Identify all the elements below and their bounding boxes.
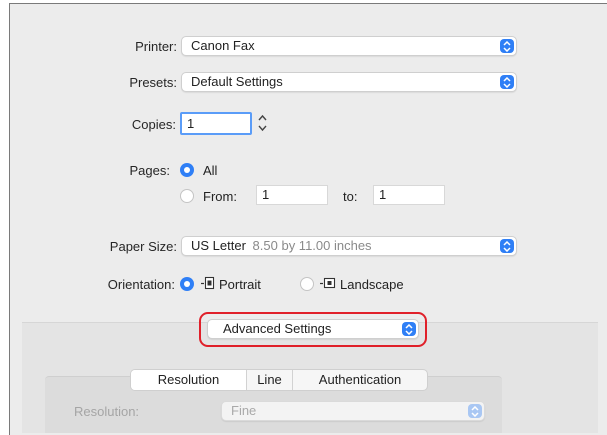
- pages-from-value: 1: [262, 187, 270, 202]
- presets-popup[interactable]: Default Settings: [181, 72, 517, 92]
- presets-value: Default Settings: [191, 74, 283, 89]
- orientation-portrait-radio[interactable]: [180, 277, 194, 291]
- up-down-arrows-icon: [500, 239, 514, 253]
- orientation-landscape-radio[interactable]: [300, 277, 314, 291]
- presets-label: Presets:: [129, 75, 177, 90]
- pages-to-value: 1: [379, 187, 387, 202]
- paper-size-value: US Letter: [191, 238, 246, 253]
- paper-size-label: Paper Size:: [109, 239, 177, 254]
- printer-popup[interactable]: Canon Fax: [181, 36, 517, 56]
- pages-to-input[interactable]: 1: [373, 185, 445, 205]
- pages-label: Pages:: [129, 163, 170, 178]
- portrait-label: Portrait: [219, 277, 261, 292]
- resolution-value: Fine: [231, 403, 257, 418]
- section-popup-value: Advanced Settings: [223, 321, 332, 336]
- portrait-icon: [201, 276, 215, 290]
- stepper-arrows-icon: [258, 114, 267, 132]
- up-down-arrows-icon: [500, 75, 514, 89]
- copies-input[interactable]: 1: [180, 112, 252, 135]
- landscape-icon: [320, 277, 336, 289]
- landscape-label: Landscape: [340, 277, 404, 292]
- pages-all-radio[interactable]: [180, 163, 194, 177]
- resolution-label: Resolution:: [74, 404, 140, 419]
- tab-bar: Resolution Line Authentication: [130, 369, 428, 391]
- pages-from-label: From:: [203, 189, 237, 204]
- paper-size-detail: 8.50 by 11.00 inches: [252, 238, 372, 253]
- pages-from-radio[interactable]: [180, 189, 194, 203]
- resolution-popup[interactable]: Fine: [221, 401, 485, 421]
- pages-all-label: All: [203, 163, 218, 178]
- section-popup[interactable]: Advanced Settings: [207, 319, 419, 339]
- tab-line[interactable]: Line: [247, 370, 293, 390]
- up-down-arrows-icon: [468, 404, 482, 418]
- paper-size-popup[interactable]: US Letter 8.50 by 11.00 inches: [181, 236, 517, 256]
- tab-resolution[interactable]: Resolution: [131, 370, 247, 390]
- tab-authentication[interactable]: Authentication: [293, 370, 427, 390]
- copies-stepper[interactable]: [256, 112, 269, 134]
- copies-label: Copies:: [131, 117, 176, 132]
- orientation-label: Orientation:: [107, 277, 175, 292]
- pages-to-label: to:: [343, 189, 358, 204]
- printer-label: Printer:: [135, 39, 177, 54]
- up-down-arrows-icon: [500, 39, 514, 53]
- printer-value: Canon Fax: [191, 38, 255, 53]
- pages-from-input[interactable]: 1: [256, 185, 328, 205]
- copies-value: 1: [187, 116, 195, 131]
- up-down-arrows-icon: [402, 322, 416, 336]
